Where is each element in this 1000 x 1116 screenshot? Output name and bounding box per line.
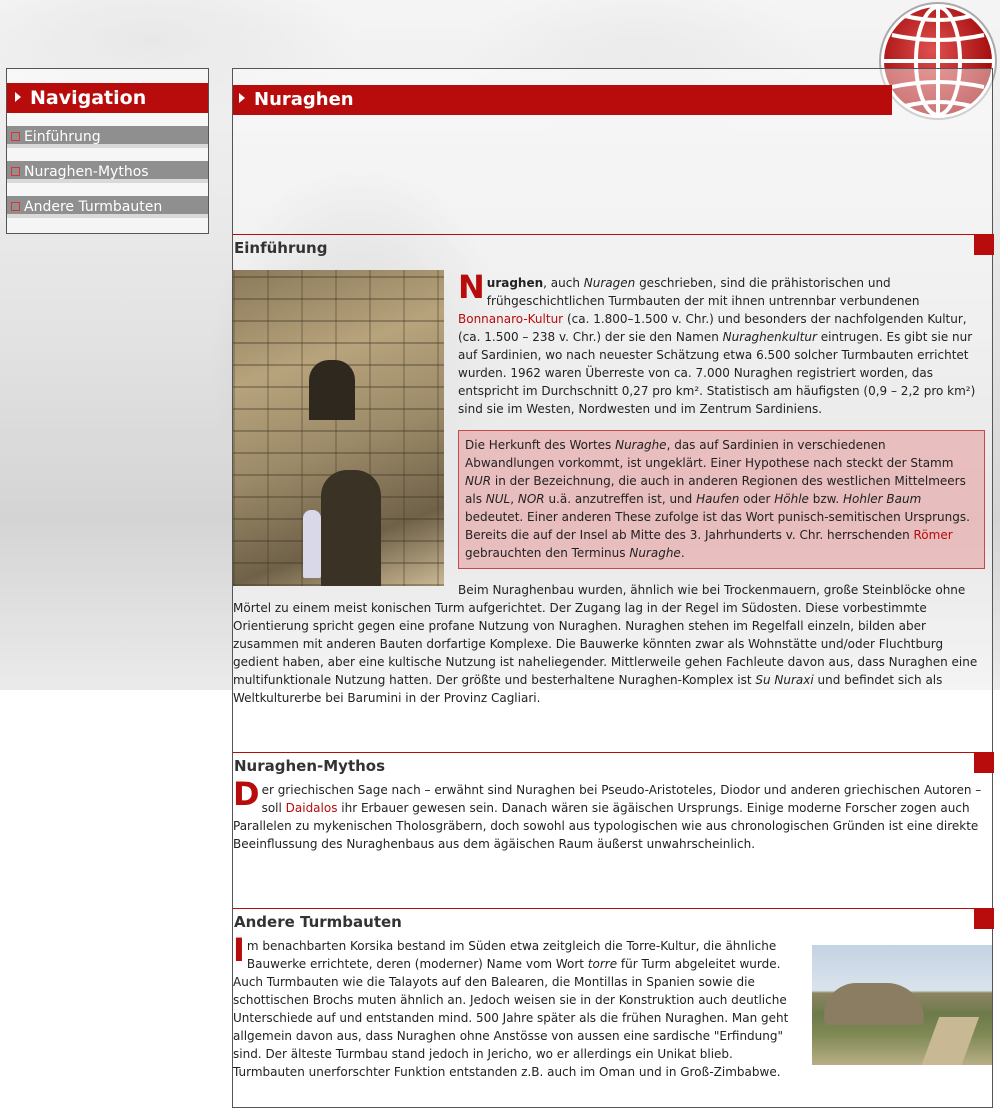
main-title-bar: Nuraghen bbox=[233, 85, 892, 115]
section-corner-marker bbox=[974, 753, 994, 773]
nuraghe-landscape-photo bbox=[812, 945, 992, 1065]
section-heading: Nuraghen-Mythos bbox=[234, 757, 386, 775]
text: bzw. bbox=[808, 492, 843, 506]
term: Nuraghe bbox=[629, 546, 681, 560]
page-title: Nuraghen bbox=[254, 89, 354, 110]
square-bullet-icon bbox=[11, 166, 20, 176]
term: NOR bbox=[517, 492, 545, 506]
term-nuraghen: uraghen bbox=[486, 276, 544, 290]
term: NUR bbox=[465, 474, 492, 488]
term: NUL bbox=[485, 492, 511, 506]
text: Die Herkunft des Wortes bbox=[465, 438, 616, 452]
andere-paragraph: Im benachbarten Korsika bestand im Süden… bbox=[233, 931, 793, 1081]
text: gebrauchten den Terminus bbox=[465, 546, 630, 560]
term: Höhle bbox=[774, 492, 809, 506]
term-torre: torre bbox=[587, 957, 618, 971]
section-heading: Einführung bbox=[234, 239, 328, 257]
main-content-panel: Nuraghen Einführung Nuraghen, auch Nurag… bbox=[232, 68, 994, 1108]
text: , auch bbox=[543, 276, 584, 290]
text: bedeutet. Einer anderen These zufolge is… bbox=[465, 510, 970, 542]
term-nuraghenkultur: Nuraghenkultur bbox=[722, 330, 817, 344]
term: Nuraghe bbox=[615, 438, 667, 452]
text: für Turm abgeleitet wurde. Auch Turmbaut… bbox=[233, 957, 789, 1079]
text: u.ä. anzutreffen ist, und bbox=[544, 492, 697, 506]
section-nuraghen-mythos: Nuraghen-Mythos Der griechischen Sage na… bbox=[233, 752, 994, 853]
link-bonnanaro-kultur[interactable]: Bonnanaro-Kultur bbox=[458, 312, 563, 326]
text: , bbox=[510, 492, 518, 506]
nav-item-nuraghen-mythos[interactable]: Nuraghen-Mythos bbox=[7, 161, 208, 183]
text: ihr Erbauer gewesen sein. Danach wären s… bbox=[233, 801, 979, 851]
intro-paragraph-2: Beim Nuraghenbau wurden, ähnlich wie bei… bbox=[233, 581, 994, 707]
term-nuragen: Nuragen bbox=[583, 276, 636, 290]
nav-item-label: Andere Turmbauten bbox=[24, 199, 163, 215]
link-daidalos[interactable]: Daidalos bbox=[286, 801, 338, 815]
section-andere-turmbauten: Andere Turmbauten Im benachbarten Korsik… bbox=[233, 908, 994, 1108]
mythos-paragraph: Der griechischen Sage nach – erwähnt sin… bbox=[233, 775, 994, 853]
text: Beim Nuraghenbau wurden, ähnlich wie bei… bbox=[233, 583, 978, 687]
section-corner-marker bbox=[974, 235, 994, 255]
text: oder bbox=[739, 492, 775, 506]
drop-cap: N bbox=[458, 268, 485, 306]
nav-item-label: Nuraghen-Mythos bbox=[24, 164, 149, 180]
triangle-bullet-icon bbox=[239, 93, 245, 103]
drop-cap: I bbox=[233, 931, 245, 969]
nav-item-label: Einführung bbox=[24, 129, 101, 145]
nuraghe-interior-photo bbox=[233, 270, 444, 586]
section-heading: Andere Turmbauten bbox=[234, 913, 402, 931]
drop-cap: D bbox=[233, 775, 260, 813]
text: . bbox=[680, 546, 685, 560]
term: Hohler Baum bbox=[842, 492, 922, 506]
triangle-bullet-icon bbox=[15, 91, 21, 102]
term-su-nuraxi: Su Nuraxi bbox=[755, 673, 814, 687]
square-bullet-icon bbox=[11, 131, 20, 141]
square-bullet-icon bbox=[11, 201, 20, 211]
nav-item-einfuehrung[interactable]: Einführung bbox=[7, 126, 208, 148]
term: Haufen bbox=[696, 492, 740, 506]
navigation-title-bar: Navigation bbox=[7, 83, 208, 113]
section-corner-marker bbox=[974, 909, 994, 929]
etymology-infobox: Die Herkunft des Wortes Nuraghe, das auf… bbox=[458, 430, 985, 569]
link-roemer[interactable]: Römer bbox=[914, 528, 953, 542]
navigation-panel: Navigation Einführung Nuraghen-Mythos An… bbox=[6, 68, 209, 234]
navigation-title: Navigation bbox=[30, 87, 147, 109]
section-einfuehrung: Einführung Nuraghen, auch Nuragen geschr… bbox=[233, 234, 994, 707]
nav-item-andere-turmbauten[interactable]: Andere Turmbauten bbox=[7, 196, 208, 218]
